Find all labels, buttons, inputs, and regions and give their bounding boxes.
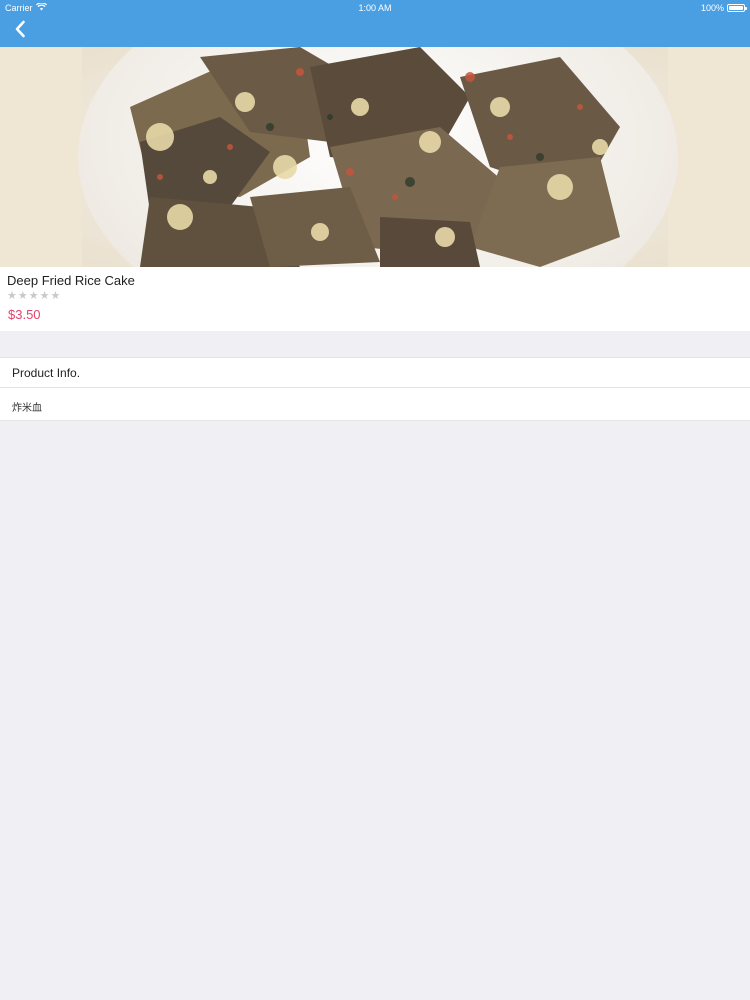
navigation-bar: Carrier 1:00 AM 100% (0, 0, 750, 47)
star-icon: ★ (39, 290, 50, 302)
product-photo (0, 47, 750, 267)
back-button[interactable] (8, 19, 32, 43)
star-icon: ★ (7, 290, 17, 302)
battery-indicator: 100% (700, 3, 747, 13)
star-icon: ★ (50, 290, 61, 302)
battery-percent: 100% (700, 3, 724, 13)
status-bar: Carrier 1:00 AM 100% (0, 0, 750, 16)
product-description: 炸米血 (12, 403, 42, 414)
star-icon: ★ (28, 290, 39, 302)
product-info-body: 炸米血 (0, 388, 750, 421)
product-name: Deep Fried Rice Cake (7, 273, 135, 288)
product-summary: Deep Fried Rice Cake ★ ★ ★ ★ ★ $3.50 (0, 267, 750, 331)
product-info-header: Product Info. (0, 357, 750, 388)
star-rating: ★ ★ ★ ★ ★ (7, 291, 60, 302)
clock: 1:00 AM (358, 3, 392, 13)
battery-icon (727, 4, 747, 12)
chevron-left-icon (14, 20, 26, 43)
section-title: Product Info. (12, 366, 81, 380)
product-price: $3.50 (8, 307, 41, 322)
star-icon: ★ (17, 290, 28, 302)
